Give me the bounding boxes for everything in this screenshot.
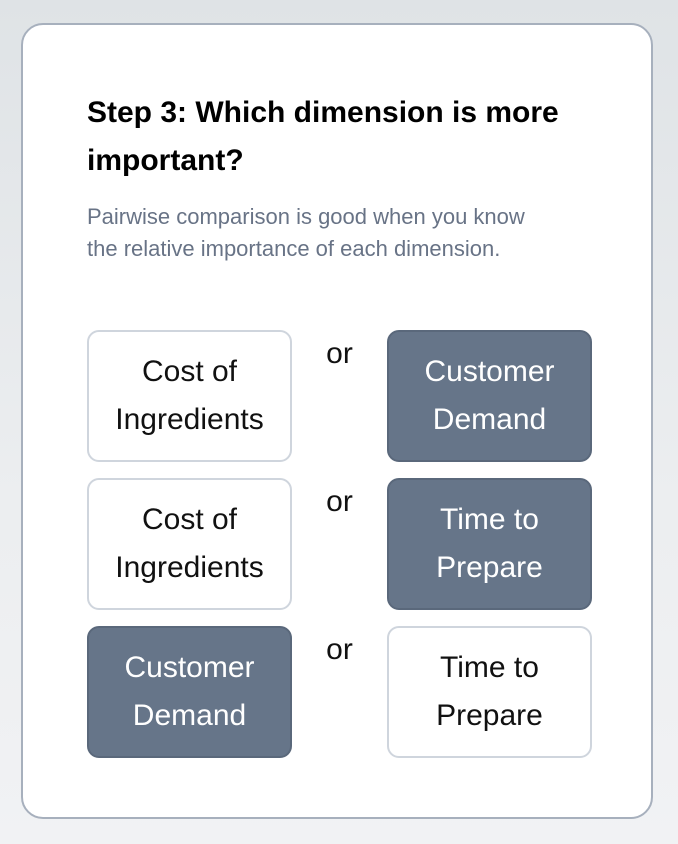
option-label: Customer Demand — [124, 651, 255, 732]
option-label: Time to Prepare — [436, 503, 543, 584]
option-label: Time to Prepare — [436, 651, 543, 732]
comparison-card: Step 3: Which dimension is more importan… — [21, 23, 653, 819]
option-label: Cost of Ingredients — [115, 503, 264, 584]
pair-2-option-cost-of-ingredients[interactable]: Cost of Ingredients — [87, 478, 292, 610]
option-label: Customer Demand — [424, 355, 555, 436]
comparison-pair-1: Cost of Ingredients or Customer Demand — [87, 330, 592, 462]
step-title: Step 3: Which dimension is more importan… — [87, 96, 559, 177]
pair-1-option-customer-demand[interactable]: Customer Demand — [387, 330, 592, 462]
pair-3-option-customer-demand[interactable]: Customer Demand — [87, 626, 292, 758]
pair-1-or-separator: or — [326, 337, 353, 370]
comparison-pair-2: Cost of Ingredients or Time to Prepare — [87, 478, 592, 610]
pair-1-option-cost-of-ingredients[interactable]: Cost of Ingredients — [87, 330, 292, 462]
pair-2-or-separator: or — [326, 485, 353, 518]
option-label: Cost of Ingredients — [115, 355, 264, 436]
pair-2-option-time-to-prepare[interactable]: Time to Prepare — [387, 478, 592, 610]
step-description: Pairwise comparison is good when you kno… — [87, 204, 525, 261]
pair-3-option-time-to-prepare[interactable]: Time to Prepare — [387, 626, 592, 758]
pair-3-or-separator: or — [326, 633, 353, 666]
comparison-pair-3: Customer Demand or Time to Prepare — [87, 626, 592, 758]
